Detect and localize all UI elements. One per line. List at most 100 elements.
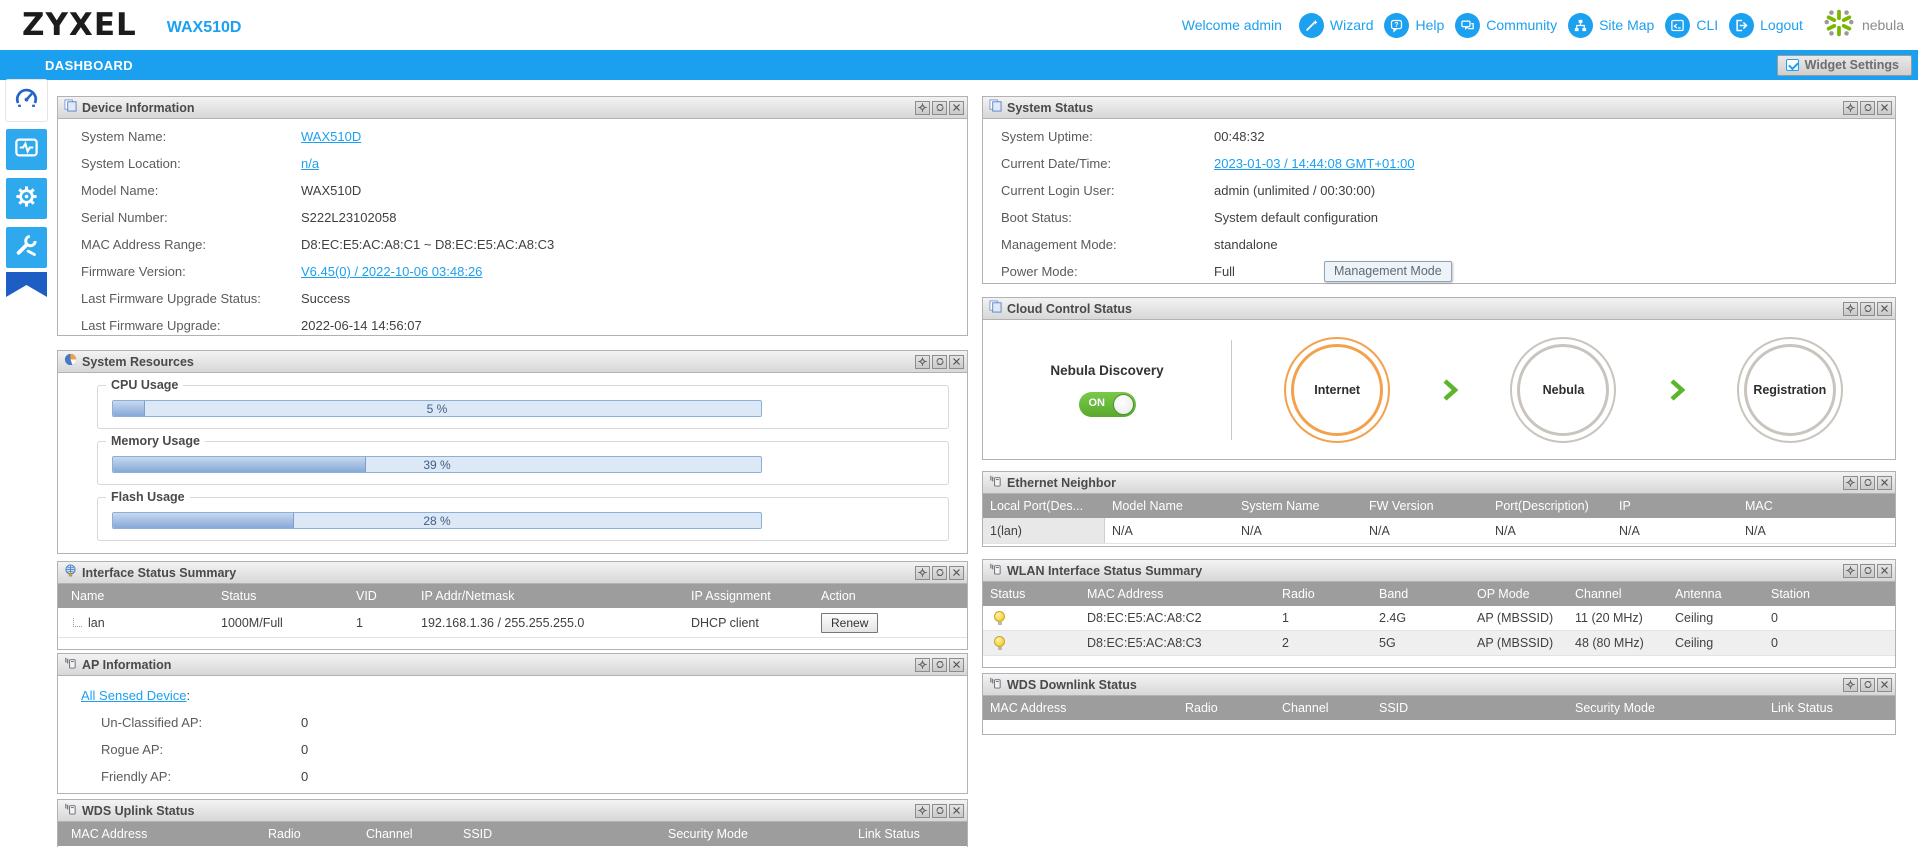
header-menu: Welcome admin Wizard ? Help Community Si…	[1182, 6, 1918, 45]
panel-controls	[1843, 563, 1892, 578]
panel-title: Ethernet Neighbor	[1007, 475, 1117, 490]
widget-close-button[interactable]	[949, 354, 964, 369]
nav-bar: DASHBOARD Widget Settings	[0, 50, 1918, 80]
widget-close-button[interactable]	[949, 100, 964, 115]
nebula-discovery-toggle[interactable]: ON	[1078, 391, 1136, 417]
renew-button[interactable]: Renew	[821, 612, 879, 633]
widget-refresh-button[interactable]	[932, 354, 947, 369]
all-sensed-device-link[interactable]: All Sensed Device	[81, 688, 187, 703]
toggle-knob	[1112, 393, 1134, 415]
gear-icon	[13, 183, 40, 215]
widget-settings-gear-button[interactable]	[915, 354, 930, 369]
gauge-value: 5 %	[426, 402, 448, 416]
svg-text:?: ?	[1395, 22, 1399, 29]
field-value: 2022-06-14 14:56:07	[301, 318, 422, 333]
widget-close-button[interactable]	[1877, 475, 1892, 490]
widget-settings-gear-button[interactable]	[1843, 100, 1858, 115]
firmware-version-link[interactable]: V6.45(0) / 2022-10-06 03:48:26	[301, 264, 482, 279]
gauge-value: 28 %	[423, 514, 451, 528]
widget-refresh-button[interactable]	[932, 100, 947, 115]
widget-refresh-button[interactable]	[932, 565, 947, 580]
system-name-link[interactable]: WAX510D	[301, 129, 361, 144]
community-icon	[1455, 12, 1481, 38]
access-point-icon	[64, 802, 77, 820]
widget-close-button[interactable]	[1877, 677, 1892, 692]
cli-button[interactable]: CLI	[1665, 12, 1718, 38]
panel-controls	[915, 100, 964, 115]
panel-wds-downlink-status: WDS Downlink Status MAC Address Radio Chan…	[982, 673, 1896, 735]
widget-refresh-button[interactable]	[1860, 475, 1875, 490]
document-icon	[989, 98, 1002, 117]
field-label: Last Firmware Upgrade Status:	[81, 291, 261, 306]
widget-refresh-button[interactable]	[1860, 677, 1875, 692]
widget-close-button[interactable]	[949, 803, 964, 818]
widget-refresh-button[interactable]	[1860, 563, 1875, 578]
widget-settings-gear-button[interactable]	[1843, 563, 1858, 578]
panel-cloud-control-status: Cloud Control Status Nebula Discovery ON…	[982, 297, 1896, 460]
widget-refresh-button[interactable]	[932, 803, 947, 818]
internet-status-ring: Internet	[1284, 336, 1391, 443]
widget-settings-gear-button[interactable]	[915, 100, 930, 115]
field-value: 00:48:32	[1214, 129, 1265, 144]
site-map-button[interactable]: Site Map	[1568, 12, 1654, 38]
dashboard-speedometer-icon	[13, 85, 40, 117]
sidebar-item-monitor[interactable]	[6, 129, 47, 170]
panel-controls	[1843, 100, 1892, 115]
widget-settings-gear-button[interactable]	[1843, 301, 1858, 316]
field-value: WAX510D	[301, 183, 362, 198]
widget-settings-gear-button[interactable]	[915, 803, 930, 818]
field-label: Last Firmware Upgrade:	[81, 318, 221, 333]
panel-system-status: System Status System Uptime: 00:48:32 Cur…	[982, 96, 1896, 284]
current-datetime-link[interactable]: 2023-01-03 / 14:44:08 GMT+01:00	[1214, 156, 1415, 171]
panel-title: WLAN Interface Status Summary	[1007, 563, 1203, 578]
table-header: Status MAC Address Radio Band OP Mode Channel…	[983, 582, 1895, 606]
widget-settings-gear-button[interactable]	[1843, 677, 1858, 692]
help-button[interactable]: ? Help	[1384, 12, 1444, 38]
widget-settings-button[interactable]: Widget Settings	[1776, 54, 1912, 76]
widget-refresh-button[interactable]	[1860, 100, 1875, 115]
system-location-link[interactable]: n/a	[301, 156, 319, 171]
management-mode-tooltip: Management Mode	[1324, 261, 1452, 282]
widget-close-button[interactable]	[1877, 100, 1892, 115]
cli-icon	[1665, 12, 1691, 38]
community-button[interactable]: Community	[1455, 12, 1557, 38]
widget-settings-gear-button[interactable]	[1843, 475, 1858, 490]
wizard-icon	[1298, 12, 1324, 38]
field-label: Rogue AP:	[101, 742, 164, 757]
panel-title: WDS Downlink Status	[1007, 677, 1137, 692]
widget-close-button[interactable]	[949, 565, 964, 580]
wizard-button[interactable]: Wizard	[1298, 12, 1373, 38]
panel-title: System Status	[1007, 100, 1094, 115]
widget-refresh-button[interactable]	[1860, 301, 1875, 316]
nebula-logo-link[interactable]: nebula	[1822, 6, 1904, 45]
pie-chart-icon	[64, 353, 77, 371]
access-point-icon	[64, 656, 77, 674]
panel-wlan-interface-status-summary: WLAN Interface Status Summary Status MAC …	[982, 559, 1896, 668]
help-icon: ?	[1384, 12, 1410, 38]
gauge-label: Flash Usage	[106, 490, 190, 504]
widget-settings-gear-button[interactable]	[915, 565, 930, 580]
dashboard-screen: ZYXEL WAX510D Welcome admin Wizard ? Hel…	[0, 0, 1918, 847]
flash-usage-gauge: Flash Usage 28 %	[97, 490, 949, 541]
panel-controls	[915, 354, 964, 369]
field-value: System default configuration	[1214, 210, 1379, 225]
widget-close-button[interactable]	[1877, 563, 1892, 578]
logout-icon	[1729, 12, 1755, 38]
panel-wds-uplink-status: WDS Uplink Status MAC Address Radio Channe…	[57, 799, 968, 847]
sidebar-item-dashboard[interactable]	[6, 80, 47, 121]
field-label: Current Date/Time:	[1001, 156, 1112, 171]
logout-button[interactable]: Logout	[1729, 12, 1803, 38]
field-value: Full	[1214, 264, 1235, 279]
gauge-label: CPU Usage	[106, 378, 184, 392]
wrench-icon	[13, 232, 40, 264]
access-point-icon	[989, 562, 1002, 580]
nebula-discovery-label: Nebula Discovery	[1050, 362, 1164, 378]
widget-close-button[interactable]	[949, 657, 964, 672]
widget-settings-gear-button[interactable]	[915, 657, 930, 672]
table-header: MAC Address Radio Channel SSID Security Mode…	[58, 822, 967, 846]
widget-close-button[interactable]	[1877, 301, 1892, 316]
widget-refresh-button[interactable]	[932, 657, 947, 672]
sidebar-item-configuration[interactable]	[6, 178, 47, 219]
table-header: Name Status VID IP Addr/Netmask IP Assignmen…	[58, 584, 967, 608]
sidebar-item-maintenance[interactable]	[6, 227, 47, 268]
